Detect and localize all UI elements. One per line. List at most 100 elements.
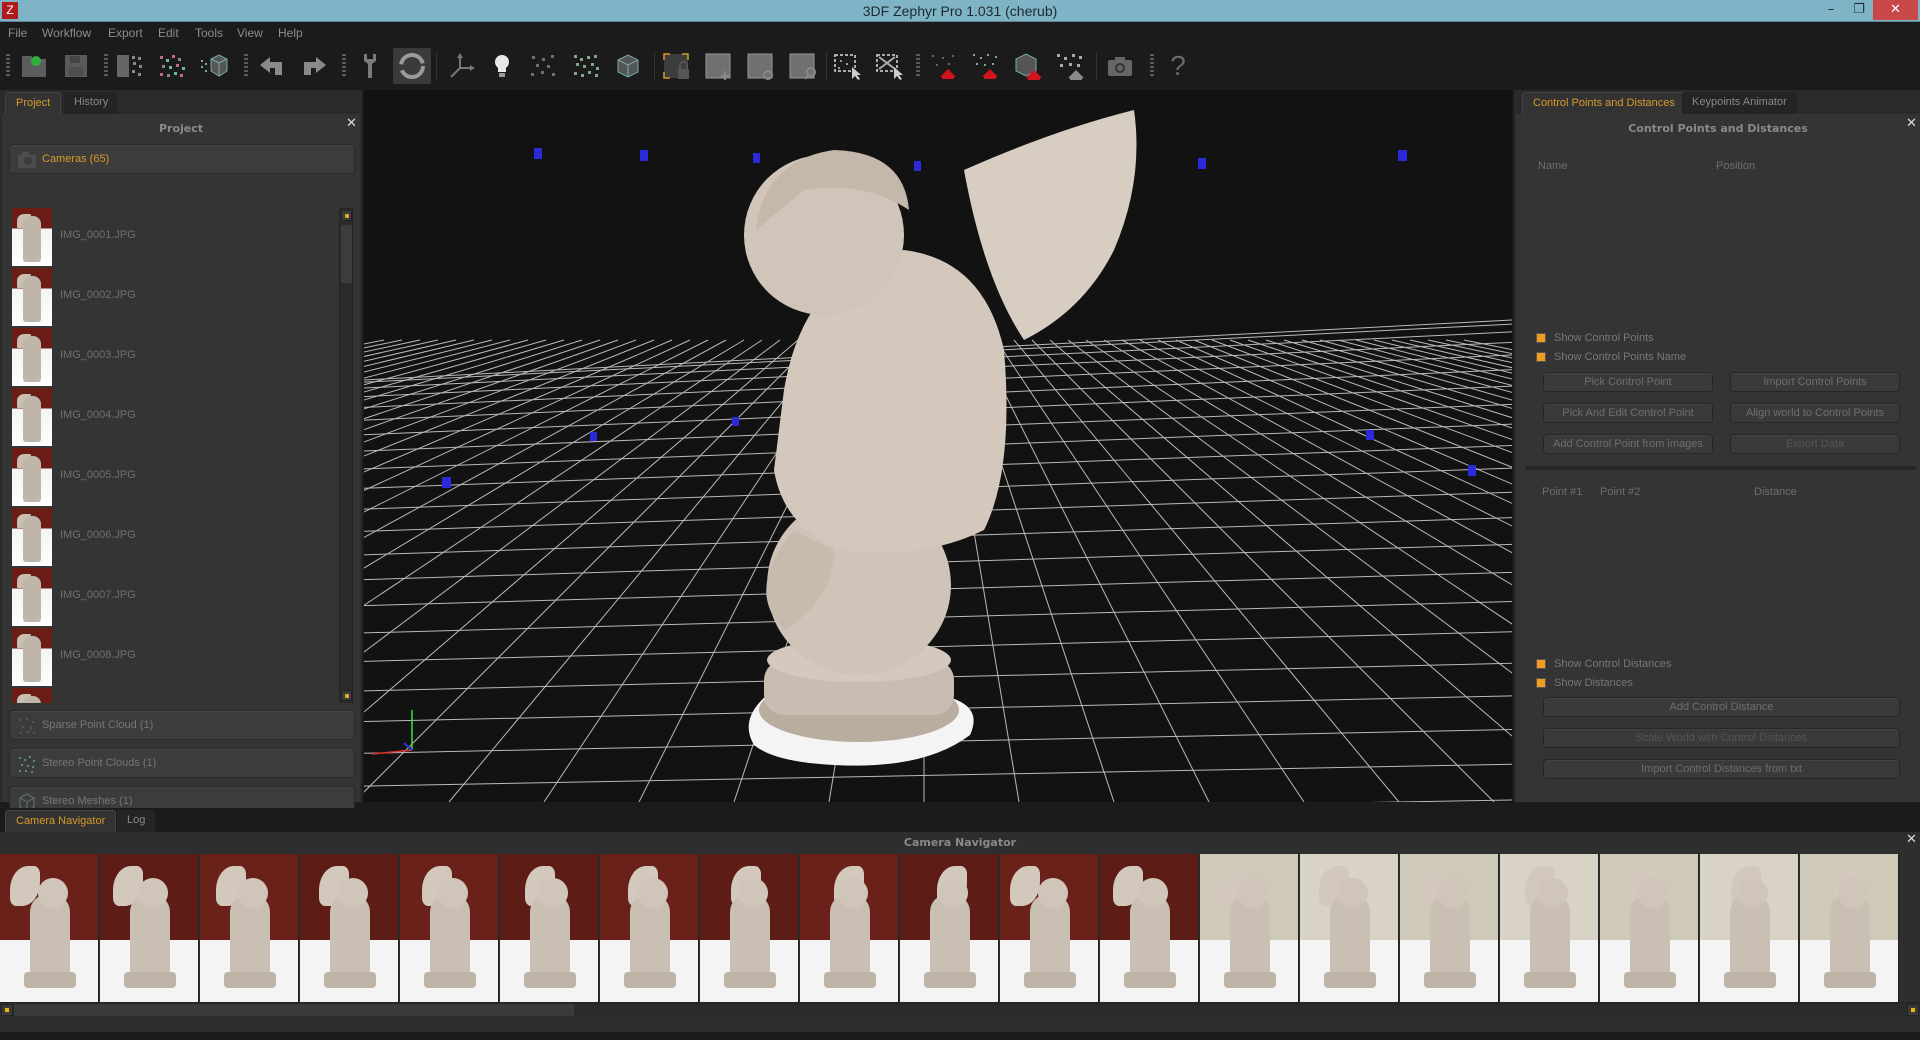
tab-keypoints-animator[interactable]: Keypoints Animator <box>1682 92 1797 114</box>
camera-position-marker[interactable] <box>1366 430 1374 440</box>
tools-wrench-icon[interactable] <box>354 50 386 82</box>
camera-frame-thumbnail[interactable] <box>1600 854 1699 1002</box>
menu-file[interactable]: File <box>8 26 27 40</box>
deselect-points-icon[interactable] <box>874 50 906 82</box>
scroll-right-button[interactable] <box>1907 1004 1919 1016</box>
show-sparse-cloud-icon[interactable] <box>527 50 559 82</box>
menu-export[interactable]: Export <box>108 26 143 40</box>
toolbar-grip[interactable] <box>244 54 248 78</box>
menu-workflow[interactable]: Workflow <box>42 26 91 40</box>
show-dense-cloud-icon[interactable] <box>570 50 602 82</box>
camera-frame-thumbnail[interactable] <box>1700 854 1799 1002</box>
tab-project[interactable]: Project <box>5 92 62 114</box>
redo-icon[interactable] <box>298 50 330 82</box>
camera-list-scrollbar[interactable] <box>339 208 353 703</box>
camera-frame-thumbnail[interactable] <box>1300 854 1399 1002</box>
close-panel-icon[interactable]: ✕ <box>1906 832 1917 847</box>
cameras-section-button[interactable]: Cameras (65) <box>9 144 355 174</box>
camera-position-marker[interactable] <box>1398 150 1407 161</box>
dense-reconstruction-icon[interactable] <box>156 50 188 82</box>
screenshot-camera-icon[interactable] <box>1104 50 1136 82</box>
camera-position-marker[interactable] <box>732 417 739 426</box>
camera-position-marker[interactable] <box>1198 158 1206 169</box>
camera-position-marker[interactable] <box>753 153 760 163</box>
tab-history[interactable]: History <box>64 92 119 114</box>
camera-list-item[interactable]: IMG_0003.JPG <box>12 328 332 388</box>
close-window-button[interactable]: ✕ <box>1873 0 1918 20</box>
camera-frame-thumbnail[interactable] <box>1000 854 1099 1002</box>
show-mesh-icon[interactable] <box>612 50 644 82</box>
stereo-point-clouds-section-button[interactable]: Stereo Point Clouds (1) <box>9 748 355 778</box>
camera-frame-thumbnail[interactable] <box>500 854 599 1002</box>
sparse-reconstruction-icon[interactable] <box>114 50 146 82</box>
camera-frame-thumbnail[interactable] <box>1500 854 1599 1002</box>
minimize-button[interactable]: – <box>1817 0 1845 20</box>
camera-list-item[interactable] <box>12 688 332 703</box>
camera-list-item[interactable]: IMG_0008.JPG <box>12 628 332 688</box>
cherub-mesh-model[interactable] <box>744 110 1137 766</box>
add-control-point-from-images-button[interactable]: Add Control Point from images <box>1543 434 1713 454</box>
scroll-down-button[interactable] <box>341 690 352 701</box>
export-data-button[interactable]: Export Data <box>1730 434 1900 454</box>
camera-frame-thumbnail[interactable] <box>200 854 299 1002</box>
help-icon[interactable]: ? <box>1162 50 1194 82</box>
camera-frame-thumbnail[interactable] <box>900 854 999 1002</box>
scroll-left-button[interactable] <box>1 1004 13 1016</box>
pick-and-edit-control-point-button[interactable]: Pick And Edit Control Point <box>1543 403 1713 423</box>
add-control-distance-button[interactable]: Add Control Distance <box>1543 697 1900 717</box>
menu-tools[interactable]: Tools <box>195 26 223 40</box>
menu-view[interactable]: View <box>237 26 263 40</box>
tab-log[interactable]: Log <box>117 810 156 832</box>
camera-frame-thumbnail[interactable] <box>800 854 899 1002</box>
camera-frame-thumbnail[interactable] <box>700 854 799 1002</box>
filter-selection-icon[interactable] <box>1054 50 1086 82</box>
bounding-box-scale-icon[interactable] <box>786 50 818 82</box>
checkbox-checked-icon[interactable] <box>1536 352 1546 362</box>
axis-gizmo-icon[interactable] <box>446 50 478 82</box>
camera-frame-thumbnail[interactable] <box>600 854 699 1002</box>
select-points-icon[interactable] <box>832 50 864 82</box>
toolbar-grip[interactable] <box>6 54 10 78</box>
new-project-icon[interactable] <box>18 50 50 82</box>
close-panel-icon[interactable]: ✕ <box>1906 116 1917 131</box>
toolbar-grip[interactable] <box>1150 54 1154 78</box>
camera-list-item[interactable]: IMG_0001.JPG <box>12 208 332 268</box>
align-world-to-control-points-button[interactable]: Align world to Control Points <box>1730 403 1900 423</box>
camera-frame-thumbnail[interactable] <box>1200 854 1299 1002</box>
viewport-scene[interactable] <box>364 90 1512 802</box>
save-project-icon[interactable] <box>60 50 92 82</box>
camera-list[interactable]: IMG_0001.JPG IMG_0002.JPG IMG_0003.JPG I… <box>9 208 339 703</box>
camera-position-marker[interactable] <box>640 150 648 161</box>
close-panel-icon[interactable]: ✕ <box>346 116 357 131</box>
camera-list-item[interactable]: IMG_0005.JPG <box>12 448 332 508</box>
pick-control-point-button[interactable]: Pick Control Point <box>1543 372 1713 392</box>
camera-position-marker[interactable] <box>1468 465 1476 476</box>
scrollbar-thumb[interactable] <box>14 1004 574 1016</box>
scale-world-with-control-distances-button[interactable]: Scale World with Control Distances <box>1543 728 1900 748</box>
sparse-point-cloud-section-button[interactable]: Sparse Point Cloud (1) <box>9 710 355 740</box>
column-header-point-2[interactable]: Point #2 <box>1600 486 1640 498</box>
column-header-position[interactable]: Position <box>1716 160 1755 172</box>
camera-frame-thumbnail[interactable] <box>300 854 399 1002</box>
menu-edit[interactable]: Edit <box>158 26 179 40</box>
toolbar-grip[interactable] <box>342 54 346 78</box>
tab-control-points-and-distances[interactable]: Control Points and Distances <box>1522 92 1686 114</box>
import-control-points-button[interactable]: Import Control Points <box>1730 372 1900 392</box>
camera-frame-thumbnail[interactable] <box>1100 854 1199 1002</box>
camera-list-item[interactable]: IMG_0002.JPG <box>12 268 332 328</box>
maximize-button[interactable]: ❐ <box>1845 0 1873 20</box>
checkbox-checked-icon[interactable] <box>1536 678 1546 688</box>
column-header-point-1[interactable]: Point #1 <box>1542 486 1582 498</box>
camera-frame-thumbnail[interactable] <box>100 854 199 1002</box>
checkbox-checked-icon[interactable] <box>1536 659 1546 669</box>
scroll-up-button[interactable] <box>341 210 352 221</box>
import-control-distances-button[interactable]: Import Control Distances from txt <box>1543 759 1900 779</box>
camera-frame-thumbnail[interactable] <box>1400 854 1499 1002</box>
column-header-name[interactable]: Name <box>1538 160 1567 172</box>
bounding-box-lock-icon[interactable] <box>660 50 692 82</box>
tab-camera-navigator[interactable]: Camera Navigator <box>5 810 117 832</box>
section-divider[interactable] <box>1526 466 1916 470</box>
toolbar-grip[interactable] <box>916 54 920 78</box>
checkbox-checked-icon[interactable] <box>1536 333 1546 343</box>
camera-position-marker[interactable] <box>914 161 921 171</box>
